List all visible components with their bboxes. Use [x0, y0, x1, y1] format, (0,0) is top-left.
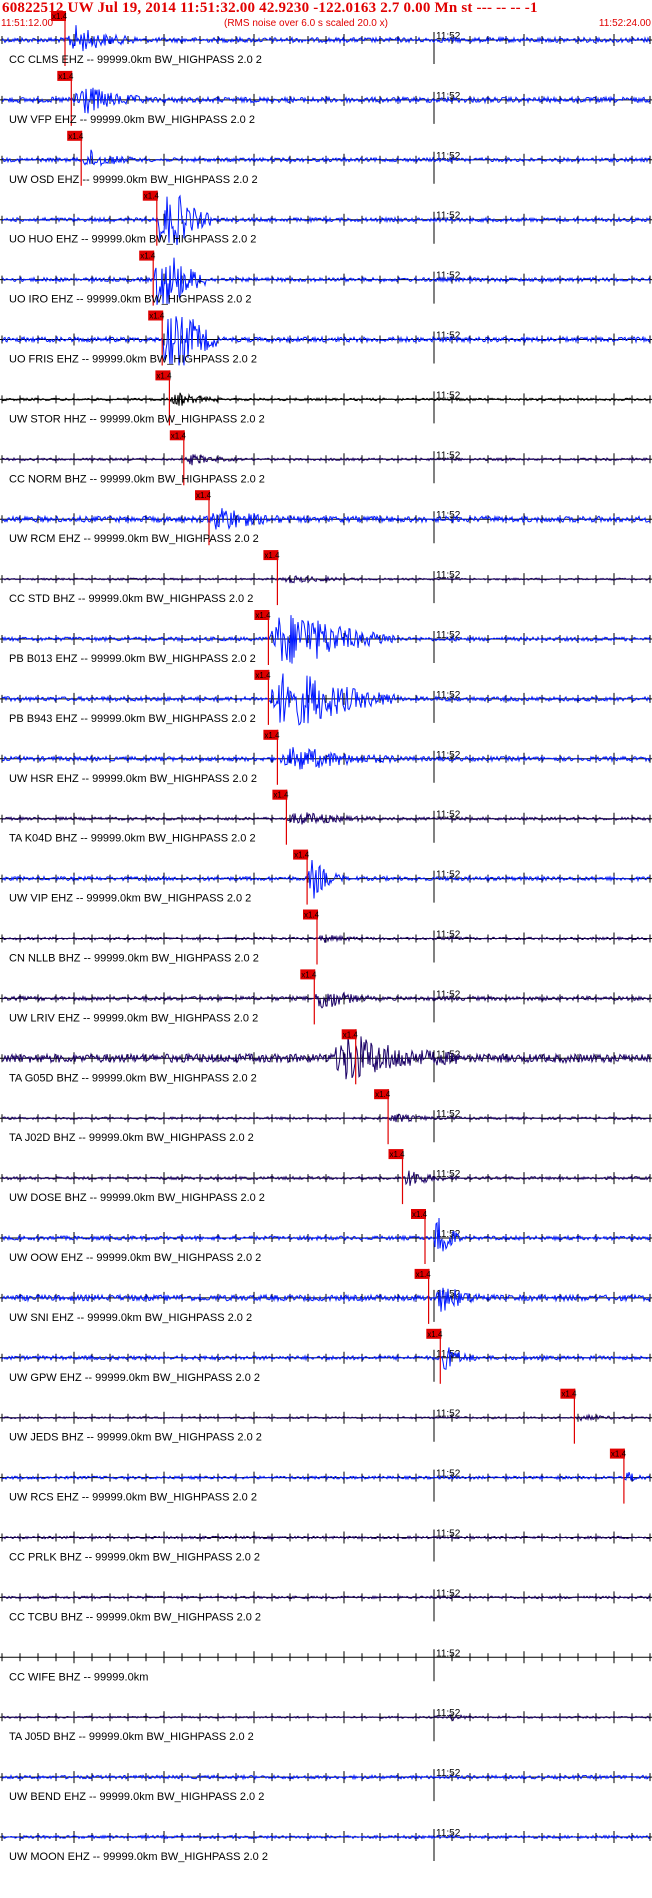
station-label: TA J02D BHZ -- 99999.0km BW_HIGHPASS 2.0… — [9, 1132, 254, 1144]
trace-row: 11:52x1.4PB B943 EHZ -- 99999.0km BW_HIG… — [0, 669, 652, 726]
station-label: UW OOW EHZ -- 99999.0km BW_HIGHPASS 2.0 … — [9, 1252, 261, 1264]
station-label: UO IRO EHZ -- 99999.0km BW_HIGHPASS 2.0 … — [9, 294, 251, 306]
pick-label: x1.4 — [264, 551, 280, 560]
trace-row: 11:52 x1.4 UW DOSE BHZ -- 99999.0km BW_HIG… — [0, 1149, 652, 1205]
pick-label: x1.4 — [375, 1090, 391, 1099]
pick-label: x1.4 — [52, 12, 68, 21]
trace-row: 11:52x1.4UO HUO EHZ -- 99999.0km BW_HIGH… — [0, 190, 652, 246]
pick-label: x1.4 — [304, 911, 320, 920]
pick-label: x1.4 — [255, 671, 271, 680]
pick-label: x1.4 — [140, 252, 156, 261]
pick-label: x1.4 — [149, 312, 165, 321]
pick-label: x1.4 — [58, 72, 74, 81]
station-label: UW LRIV EHZ -- 99999.0km BW_HIGHPASS 2.0… — [9, 1012, 258, 1024]
trace-row: 11:52x1.4UO FRIS EHZ -- 99999.0km BW_HIG… — [0, 310, 652, 366]
waveform-trace — [1, 87, 651, 114]
pick-label: x1.4 — [412, 1210, 428, 1219]
station-label: CC PRLK BHZ -- 99999.0km BW_HIGHPASS 2.0… — [9, 1552, 260, 1564]
trace-row: 11:52x1.4TA K04D BHZ -- 99999.0km BW_HIG… — [0, 789, 652, 845]
pick-label: x1.4 — [156, 371, 172, 380]
trace-row: 11:52x1.4UW VFP EHZ -- 99999.0km BW_HIGH… — [0, 70, 652, 126]
trace-row: 11:52 CC WIFE BHZ -- 99999.0km — [0, 1648, 652, 1683]
station-label: UW VFP EHZ -- 99999.0km BW_HIGHPASS 2.0 … — [9, 114, 255, 126]
station-label: UO FRIS EHZ -- 99999.0km BW_HIGHPASS 2.0… — [9, 354, 257, 366]
trace-row: 11:52UW BEND EHZ -- 99999.0km BW_HIGHPAS… — [0, 1768, 652, 1803]
trace-row: 11:52CC TCBU BHZ -- 99999.0km BW_HIGHPAS… — [0, 1588, 652, 1623]
trace-row: 11:52x1.4UW LRIV EHZ -- 99999.0km BW_HIG… — [0, 969, 652, 1025]
trace-row: 11:52x1.4UW SNI EHZ -- 99999.0km BW_HIGH… — [0, 1268, 652, 1324]
station-label: UW RCS EHZ -- 99999.0km BW_HIGHPASS 2.0 … — [9, 1492, 257, 1504]
trace-row: 11:52x1.4UW RCM EHZ -- 99999.0km BW_HIGH… — [0, 490, 652, 546]
trace-row: 11:52x1.4UW OOW EHZ -- 99999.0km BW_HIGH… — [0, 1209, 652, 1264]
pick-label: x1.4 — [264, 731, 280, 740]
station-label: UW DOSE BHZ -- 99999.0km BW_HIGHPASS 2.0… — [9, 1192, 265, 1204]
trace-row: 11:52x1.4PB B013 EHZ -- 99999.0km BW_HIG… — [0, 610, 652, 665]
trace-row: 11:52x1.4CC CLMS EHZ -- 99999.0km BW_HIG… — [0, 11, 652, 66]
station-label: CC CLMS EHZ -- 99999.0km BW_HIGHPASS 2.0… — [9, 54, 262, 66]
pick-label: x1.4 — [427, 1330, 443, 1339]
station-label: CC TCBU BHZ -- 99999.0km BW_HIGHPASS 2.0… — [9, 1611, 261, 1623]
trace-row: 11:52UW MOON EHZ -- 99999.0km BW_HIGHPAS… — [0, 1828, 652, 1863]
station-label: UW SNI EHZ -- 99999.0km BW_HIGHPASS 2.0 … — [9, 1312, 252, 1324]
station-label: CC NORM BHZ -- 99999.0km BW_HIGHPASS 2.0… — [9, 473, 265, 485]
pick-label: x1.4 — [171, 431, 187, 440]
trace-row: 11:52x1.4UW STOR HHZ -- 99999.0km BW_HIG… — [0, 370, 652, 426]
trace-row: 11:52x1.4UW VIP EHZ -- 99999.0km BW_HIGH… — [0, 849, 652, 905]
trace-row: 11:52x1.4TA G05D BHZ -- 99999.0km BW_HIG… — [0, 1029, 652, 1085]
trace-row: 11:52TA J05D BHZ -- 99999.0km BW_HIGHPAS… — [0, 1708, 652, 1743]
minute-mark-label: 11:52 — [436, 1169, 461, 1180]
station-label: CC WIFE BHZ -- 99999.0km — [9, 1671, 148, 1683]
station-label: UW BEND EHZ -- 99999.0km BW_HIGHPASS 2.0… — [9, 1791, 264, 1803]
pick-label: x1.4 — [416, 1270, 432, 1279]
pick-label: x1.4 — [255, 611, 271, 620]
pick-label: x1.4 — [68, 132, 84, 141]
station-label: UW OSD EHZ -- 99999.0km BW_HIGHPASS 2.0 … — [9, 174, 258, 186]
pick-label: x1.4 — [561, 1390, 577, 1399]
trace-row: 11:52x1.4UW OSD EHZ -- 99999.0km BW_HIGH… — [0, 130, 652, 186]
station-label: UO HUO EHZ -- 99999.0km BW_HIGHPASS 2.0 … — [9, 234, 256, 246]
pick-label: x1.4 — [390, 1150, 406, 1159]
station-label: UW JEDS BHZ -- 99999.0km BW_HIGHPASS 2.0… — [9, 1432, 262, 1444]
station-label: UW GPW EHZ -- 99999.0km BW_HIGHPASS 2.0 … — [9, 1372, 260, 1384]
minute-mark-label: 11:52 — [436, 1648, 461, 1659]
station-label: UW HSR EHZ -- 99999.0km BW_HIGHPASS 2.0 … — [9, 773, 257, 785]
station-label: TA J05D BHZ -- 99999.0km BW_HIGHPASS 2.0… — [9, 1731, 254, 1743]
pick-label: x1.4 — [196, 491, 212, 500]
trace-row: 11:52CC PRLK BHZ -- 99999.0km BW_HIGHPAS… — [0, 1529, 652, 1564]
trace-row: 11:52x1.4CC STD BHZ -- 99999.0km BW_HIGH… — [0, 550, 652, 606]
seismogram-plot: 11:52 x1.4 CC CLMS EHZ -- 99999.0km BW_HIG… — [0, 11, 652, 1863]
station-label: TA G05D BHZ -- 99999.0km BW_HIGHPASS 2.0… — [9, 1072, 257, 1084]
trace-row: 11:52x1.4TA J02D BHZ -- 99999.0km BW_HIG… — [0, 1089, 652, 1145]
station-label: CN NLLB BHZ -- 99999.0km BW_HIGHPASS 2.0… — [9, 953, 259, 965]
trace-row: 11:52x1.4CN NLLB BHZ -- 99999.0km BW_HIG… — [0, 909, 652, 965]
station-label: UW VIP EHZ -- 99999.0km BW_HIGHPASS 2.0 … — [9, 893, 251, 905]
station-label: UW STOR HHZ -- 99999.0km BW_HIGHPASS 2.0… — [9, 413, 265, 425]
trace-row: 11:52x1.4UW HSR EHZ -- 99999.0km BW_HIGH… — [0, 729, 652, 785]
pick-label: x1.4 — [611, 1450, 627, 1459]
pick-label: x1.4 — [273, 791, 289, 800]
station-label: CC STD BHZ -- 99999.0km BW_HIGHPASS 2.0 … — [9, 593, 253, 605]
pick-label: x1.4 — [301, 970, 317, 979]
pick-label: x1.4 — [294, 851, 310, 860]
station-label: UW MOON EHZ -- 99999.0km BW_HIGHPASS 2.0… — [9, 1851, 268, 1863]
trace-row: 11:52x1.4UW RCS EHZ -- 99999.0km BW_HIGH… — [0, 1448, 652, 1504]
trace-row: 11:52x1.4UW GPW EHZ -- 99999.0km BW_HIGH… — [0, 1328, 652, 1384]
station-label: UW RCM EHZ -- 99999.0km BW_HIGHPASS 2.0 … — [9, 533, 259, 545]
pick-label: x1.4 — [343, 1030, 359, 1039]
trace-row: 11:52x1.4UO IRO EHZ -- 99999.0km BW_HIGH… — [0, 250, 652, 306]
trace-row: 11:52x1.4UW JEDS BHZ -- 99999.0km BW_HIG… — [0, 1388, 652, 1444]
pick-label: x1.4 — [144, 192, 160, 201]
trace-row: 11:52x1.4CC NORM BHZ -- 99999.0km BW_HIG… — [0, 430, 652, 486]
station-label: TA K04D BHZ -- 99999.0km BW_HIGHPASS 2.0… — [9, 833, 256, 845]
station-label: PB B943 EHZ -- 99999.0km BW_HIGHPASS 2.0… — [9, 713, 256, 725]
station-label: PB B013 EHZ -- 99999.0km BW_HIGHPASS 2.0… — [9, 653, 256, 665]
